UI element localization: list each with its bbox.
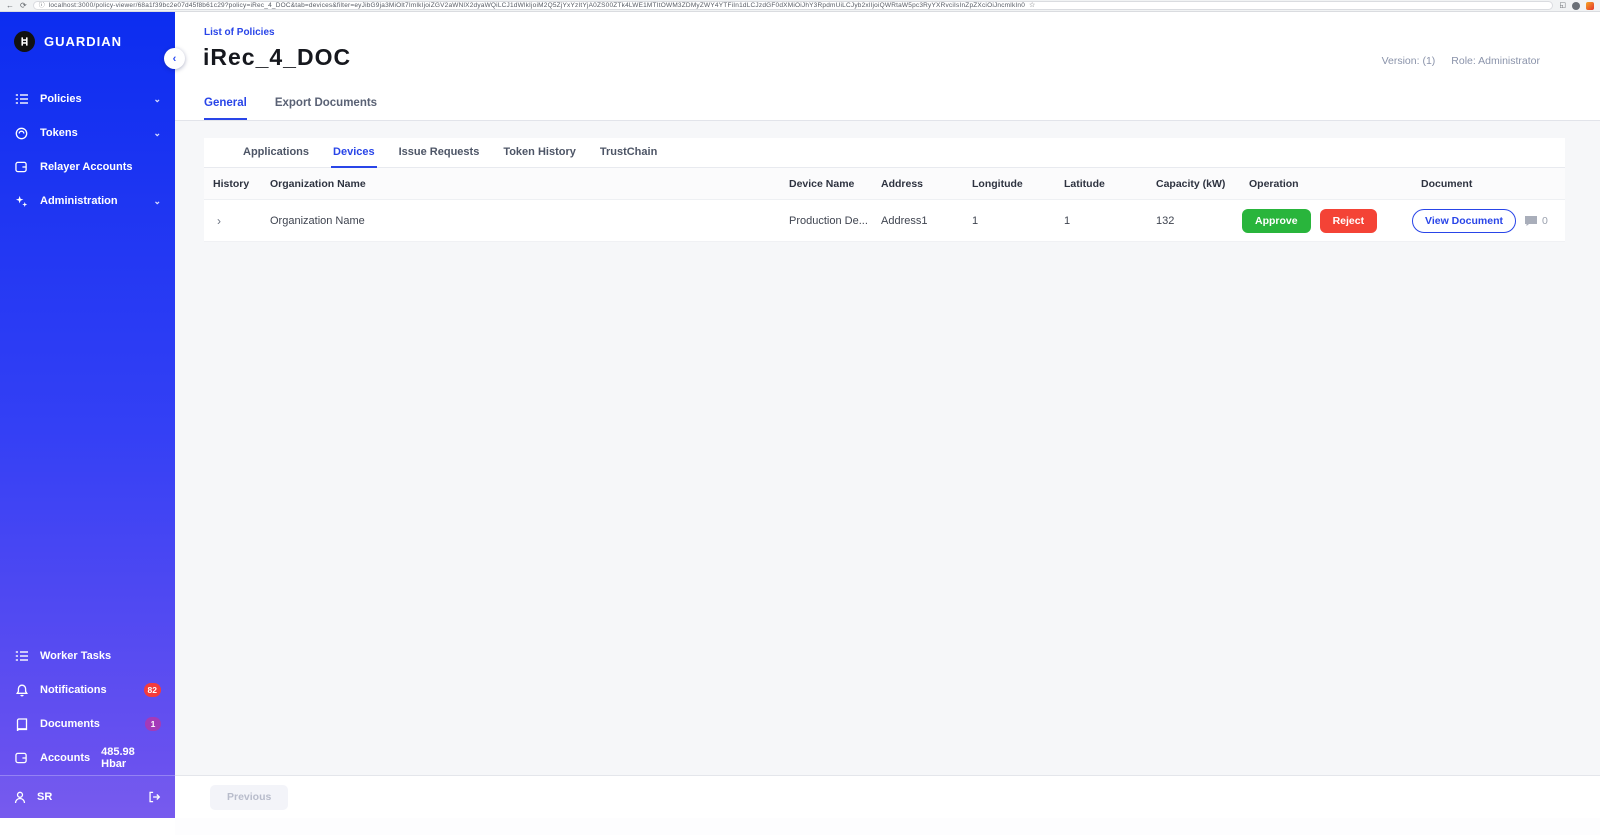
column-header: Latitude: [1055, 178, 1147, 190]
column-header: Capacity (kW): [1147, 178, 1240, 190]
sidebar-item-label: Administration: [40, 195, 142, 207]
card-icon: [14, 752, 29, 764]
person-icon: [14, 791, 26, 804]
column-header: Address: [872, 178, 963, 190]
cell-device-name: Production De...: [780, 215, 872, 227]
sidebar-item-label: Documents: [40, 718, 134, 730]
sidebar-item-label: Tokens: [40, 127, 142, 139]
policy-subtabs: Applications Devices Issue Requests Toke…: [204, 138, 1565, 168]
chevron-down-icon: ⌄: [153, 94, 161, 105]
extensions-icon[interactable]: ◱: [1559, 2, 1566, 9]
browser-profile-avatar[interactable]: [1572, 2, 1580, 10]
view-document-button[interactable]: View Document: [1412, 209, 1516, 233]
tasks-icon: [14, 650, 29, 662]
bell-icon: [14, 684, 29, 697]
subtab-applications[interactable]: Applications: [241, 138, 311, 168]
browser-toolbar: ← ⟳ ⓘ localhost:3000/policy-viewer/68a1f…: [0, 0, 1600, 12]
policy-version: Version: (1): [1382, 55, 1436, 67]
cell-operation: Approve Reject: [1240, 209, 1412, 233]
content-area: Applications Devices Issue Requests Toke…: [175, 121, 1600, 775]
token-icon: [14, 127, 29, 140]
comment-count: 0: [1542, 215, 1548, 227]
sparkle-icon: [14, 195, 29, 208]
column-header: Document: [1412, 178, 1565, 190]
sidebar-item-notifications[interactable]: Notifications 82: [0, 673, 175, 707]
comments-control[interactable]: 0: [1524, 215, 1548, 227]
pagination-footer: Previous: [175, 775, 1600, 818]
sidebar-item-administration[interactable]: Administration ⌄: [0, 184, 175, 218]
cell-organization-name: Organization Name: [261, 215, 780, 227]
cell-capacity: 132: [1147, 215, 1240, 227]
column-header: Operation: [1240, 178, 1412, 190]
hbar-balance: 485.98 Hbar: [101, 746, 161, 770]
extension-badge-icon[interactable]: [1586, 2, 1594, 10]
brand: GUARDIAN: [0, 12, 175, 56]
chevron-down-icon: ⌄: [153, 196, 161, 207]
sidebar-item-worker-tasks[interactable]: Worker Tasks: [0, 639, 175, 673]
documents-badge: 1: [145, 717, 161, 731]
cell-address: Address1: [872, 215, 963, 227]
page-title: iRec_4_DOC: [203, 44, 351, 71]
subtab-token-history[interactable]: Token History: [501, 138, 578, 168]
address-bar[interactable]: ⓘ localhost:3000/policy-viewer/68a1f39bc…: [33, 1, 1554, 10]
expand-row-icon[interactable]: ›: [204, 214, 261, 228]
tab-export-documents[interactable]: Export Documents: [275, 97, 377, 120]
sidebar-item-documents[interactable]: Documents 1: [0, 707, 175, 741]
table-row: › Organization Name Production De... Add…: [204, 200, 1565, 242]
logout-icon[interactable]: [148, 791, 161, 803]
sidebar: GUARDIAN ‹ Policies ⌄ Tokens ⌄: [0, 12, 175, 818]
page-header: List of Policies iRec_4_DOC Version: (1)…: [175, 12, 1600, 121]
column-header: Organization Name: [261, 178, 780, 190]
bookmark-star-icon[interactable]: ☆: [1029, 2, 1035, 9]
comment-icon: [1524, 215, 1538, 227]
chevron-down-icon: ⌄: [153, 128, 161, 139]
column-header: History: [204, 178, 261, 190]
url-text: localhost:3000/policy-viewer/68a1f39bc2e…: [49, 2, 1025, 9]
sidebar-item-label: Worker Tasks: [40, 650, 161, 662]
notifications-badge: 82: [144, 683, 161, 697]
window-bottom-edge: [175, 818, 1600, 835]
sidebar-item-tokens[interactable]: Tokens ⌄: [0, 116, 175, 150]
column-header: Longitude: [963, 178, 1055, 190]
subtab-trustchain[interactable]: TrustChain: [598, 138, 659, 168]
breadcrumb[interactable]: List of Policies: [204, 27, 275, 38]
subtab-issue-requests[interactable]: Issue Requests: [397, 138, 482, 168]
sidebar-item-label: Relayer Accounts: [40, 161, 161, 173]
hedera-logo-icon: [14, 31, 35, 52]
reject-button[interactable]: Reject: [1320, 209, 1378, 233]
sidebar-bottom-nav: Worker Tasks Notifications 82 Documents …: [0, 639, 175, 775]
main-area: List of Policies iRec_4_DOC Version: (1)…: [175, 12, 1600, 835]
sidebar-item-label: Accounts: [40, 752, 90, 764]
header-meta: Version: (1) Role: Administrator: [1382, 55, 1540, 67]
sidebar-item-label: Policies: [40, 93, 142, 105]
tab-general[interactable]: General: [204, 97, 247, 120]
sidebar-item-policies[interactable]: Policies ⌄: [0, 82, 175, 116]
book-icon: [14, 718, 29, 731]
back-icon[interactable]: ←: [6, 2, 14, 10]
cell-document: View Document 0: [1412, 209, 1565, 233]
site-info-icon[interactable]: ⓘ: [39, 3, 45, 9]
table-header-row: History Organization Name Device Name Ad…: [204, 168, 1565, 200]
column-header: Device Name: [780, 178, 872, 190]
subtab-devices[interactable]: Devices: [331, 138, 377, 168]
sidebar-item-relayer-accounts[interactable]: Relayer Accounts: [0, 150, 175, 184]
sidebar-item-accounts[interactable]: Accounts 485.98 Hbar: [0, 741, 175, 775]
list-icon: [14, 93, 29, 105]
sidebar-nav: Policies ⌄ Tokens ⌄ Relayer Accounts: [0, 82, 175, 218]
devices-card: Applications Devices Issue Requests Toke…: [204, 138, 1565, 242]
brand-name: GUARDIAN: [44, 34, 122, 49]
cell-longitude: 1: [963, 215, 1055, 227]
main-tabs: General Export Documents: [204, 97, 377, 120]
sidebar-item-label: Notifications: [40, 684, 133, 696]
reload-icon[interactable]: ⟳: [20, 2, 27, 10]
user-name: SR: [37, 791, 52, 803]
sidebar-collapse-button[interactable]: ‹: [164, 48, 185, 69]
approve-button[interactable]: Approve: [1242, 209, 1311, 233]
guardian-app: ← ⟳ ⓘ localhost:3000/policy-viewer/68a1f…: [0, 0, 1600, 835]
wallet-icon: [14, 161, 29, 173]
cell-latitude: 1: [1055, 215, 1147, 227]
sidebar-user-row[interactable]: SR: [0, 775, 175, 818]
previous-button[interactable]: Previous: [210, 785, 288, 810]
user-role: Role: Administrator: [1451, 55, 1540, 67]
